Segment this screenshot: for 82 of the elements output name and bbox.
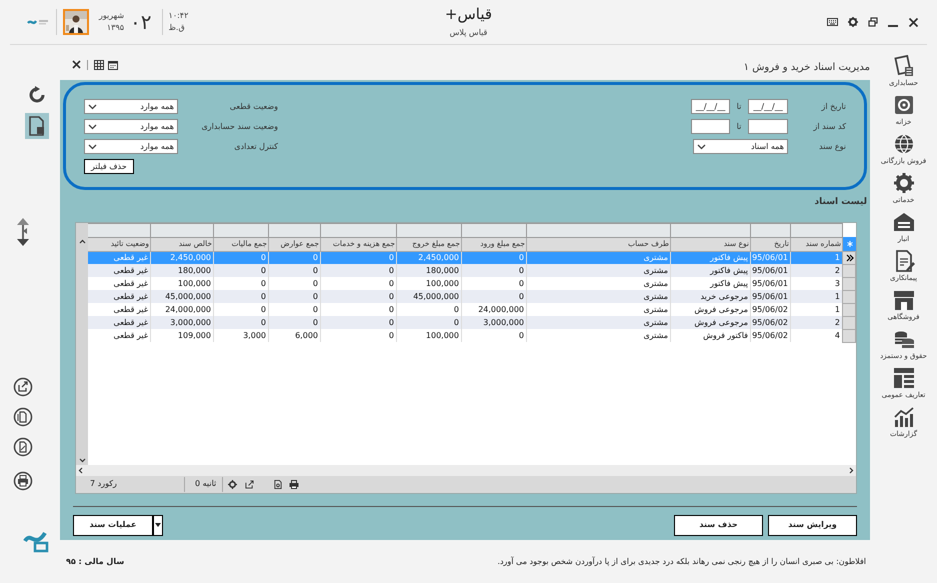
- from-field[interactable]: __/__/__: [748, 99, 788, 114]
- table-cell: 0: [320, 329, 396, 342]
- table-cell: 100,000: [396, 329, 462, 342]
- table-cell: مشتری: [526, 329, 670, 342]
- scroll-down-icon[interactable]: [78, 458, 86, 462]
- chevron-down-icon: [88, 104, 97, 110]
- documents-tab[interactable]: [25, 113, 49, 139]
- fiscal-year: سال مالی : ۹۵: [66, 556, 124, 568]
- chevron-down-icon: [88, 144, 97, 150]
- table-cell: 3,000: [214, 329, 268, 342]
- window-title: قیاس+: [444, 5, 492, 23]
- document-icon[interactable]: [13, 407, 33, 427]
- clock-time: ۱۰:۴۲: [168, 10, 188, 22]
- dropdown-button[interactable]: [153, 514, 163, 536]
- move-arrows-icon[interactable]: [15, 217, 31, 247]
- store-icon: [892, 289, 914, 311]
- restore-icon[interactable]: [868, 17, 878, 27]
- document-icon: [29, 116, 45, 136]
- gear-icon: [892, 172, 914, 194]
- filter-label: وضعیت سند حسابداری: [200, 120, 278, 132]
- to-field[interactable]: [691, 119, 730, 134]
- filter-label: نوع سند: [818, 140, 846, 152]
- table-cell: 0: [462, 329, 526, 342]
- refresh-icon[interactable]: [27, 85, 47, 105]
- printer-icon[interactable]: [289, 480, 300, 488]
- status-dropdown[interactable]: همه موارد: [84, 139, 178, 154]
- status-dropdown[interactable]: همه موارد: [84, 119, 178, 134]
- scroll-up-icon[interactable]: [78, 238, 86, 244]
- keyboard-icon[interactable]: [827, 18, 838, 26]
- quote-text: افلاطون: بی صبری انسان را از هیچ رنجی نمی رهاند بلکه درد جدیدی برای از پا درآوردن شخص بوجود می آورد.: [497, 556, 866, 568]
- from-field[interactable]: [748, 119, 788, 134]
- window-subtitle: قیاس پلاس: [450, 27, 488, 39]
- scroll-right-icon[interactable]: [849, 466, 854, 474]
- close-icon[interactable]: [908, 16, 919, 28]
- clock-meridiem: ق.ظ: [168, 22, 185, 34]
- chevron-down-icon: [88, 124, 97, 130]
- caret-icon: [155, 523, 161, 527]
- current-row-icon: [845, 252, 855, 262]
- to-label: تا: [736, 120, 742, 132]
- month-label: شهریور: [99, 10, 124, 22]
- to-label: تا: [736, 100, 742, 112]
- close-icon[interactable]: [72, 60, 81, 69]
- table-cell: 4: [790, 329, 842, 342]
- document-type-dropdown[interactable]: همه اسناد: [693, 139, 788, 154]
- print-preview-icon[interactable]: [274, 480, 282, 488]
- calendar-icon[interactable]: [108, 60, 118, 70]
- elapsed-time: 0 ثانیه: [194, 478, 218, 490]
- printer-icon[interactable]: [13, 471, 33, 491]
- settings-icon[interactable]: [228, 480, 238, 488]
- export-icon[interactable]: [13, 377, 33, 397]
- vertical-scrollbar[interactable]: [76, 222, 88, 464]
- safe-icon: [892, 94, 914, 116]
- status-dropdown[interactable]: همه موارد: [84, 99, 178, 114]
- layout-icon: [892, 367, 914, 389]
- settings-icon[interactable]: [848, 17, 858, 27]
- filter-label: کد سند از: [812, 120, 846, 132]
- table-cell: فاکتور فروش: [670, 329, 750, 342]
- delete-document-button[interactable]: حذف سند: [674, 514, 763, 536]
- chevron-down-icon: [697, 144, 706, 150]
- grid-icon[interactable]: [94, 60, 104, 70]
- list-title: لیست اسناد: [814, 196, 867, 209]
- to-field[interactable]: __/__/__: [691, 99, 730, 114]
- warehouse-icon: [892, 211, 914, 233]
- day-number: ۰۲: [130, 11, 152, 33]
- filter-label: وضعیت قطعی: [228, 100, 278, 112]
- globe-icon: [892, 133, 914, 155]
- export-icon[interactable]: [245, 480, 254, 488]
- table-cell: 6,000: [268, 329, 320, 342]
- filter-label: کنترل تعدادی: [233, 140, 278, 152]
- filter-label: تاریخ از: [820, 100, 846, 112]
- edit-document-button[interactable]: ویرایش سند: [768, 514, 857, 536]
- record-count: 7 رکورد: [89, 478, 118, 490]
- clear-filter-button[interactable]: حذف فیلتر: [84, 159, 134, 174]
- scroll-left-icon[interactable]: [78, 466, 83, 474]
- chart-icon: [892, 406, 914, 428]
- document-icon[interactable]: [13, 437, 33, 457]
- horizontal-scrollbar[interactable]: [76, 464, 856, 476]
- document-operations-button[interactable]: عملیات سند: [73, 514, 153, 536]
- table-cell: 95/06/02: [750, 329, 790, 342]
- page-title: مدیریت اسناد خرید و فروش ۱: [744, 61, 870, 75]
- table-cell: 109,000: [150, 329, 214, 342]
- year-label: ۱۳۹۵: [106, 22, 124, 34]
